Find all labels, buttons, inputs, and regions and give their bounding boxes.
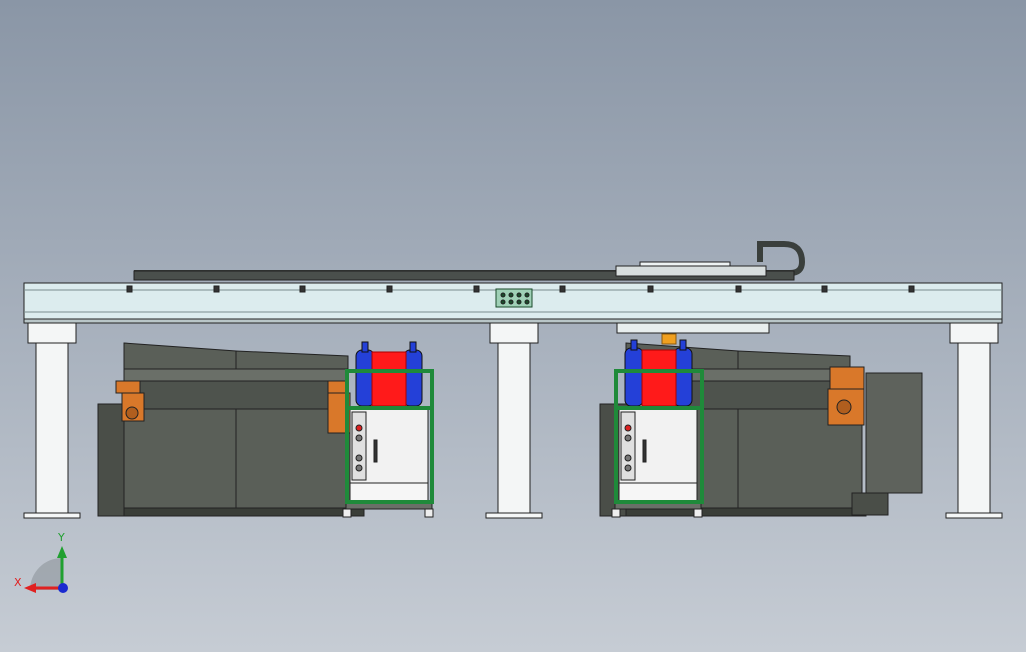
pillar-right	[945, 322, 1003, 519]
machine-left	[97, 342, 365, 517]
cabinet-right	[614, 408, 702, 510]
z-axis-dot	[58, 583, 68, 593]
gas-cylinders-left	[355, 341, 423, 407]
cad-viewport[interactable]: X Y	[0, 0, 1026, 652]
triad-y-label: Y	[58, 531, 65, 544]
carriage-rail	[615, 265, 767, 277]
pillar-middle	[485, 322, 543, 519]
warning-block-right	[641, 349, 677, 407]
carriage-bottom	[616, 322, 770, 334]
warning-block-left	[371, 351, 407, 407]
triad-x-label: X	[14, 576, 22, 589]
cad-assembly-drawing	[23, 241, 1003, 593]
axis-triad	[24, 546, 68, 593]
cabinet-left	[345, 408, 433, 510]
robot-right	[827, 366, 865, 426]
gantry-beam	[23, 241, 1003, 334]
pillar-left	[23, 322, 81, 519]
